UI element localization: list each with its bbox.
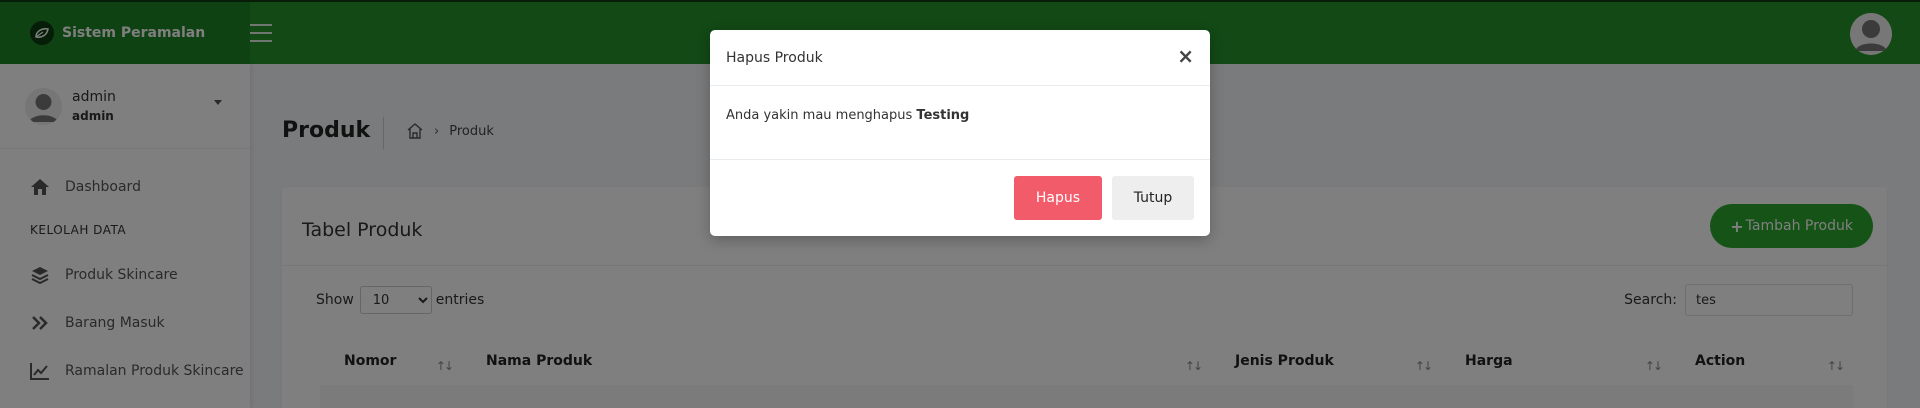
close-button[interactable]: Tutup [1112,176,1194,220]
modal-header: Hapus Produk × [710,30,1210,86]
modal-footer: Hapus Tutup [710,160,1210,236]
modal-body: Anda yakin mau menghapus Testing [710,86,1210,160]
delete-product-modal: Hapus Produk × Anda yakin mau menghapus … [710,30,1210,236]
close-icon[interactable]: × [1177,46,1194,66]
product-name: Testing [916,108,970,123]
delete-button[interactable]: Hapus [1014,176,1102,220]
confirm-message: Anda yakin mau menghapus [726,108,913,123]
modal-title: Hapus Produk [726,49,823,66]
